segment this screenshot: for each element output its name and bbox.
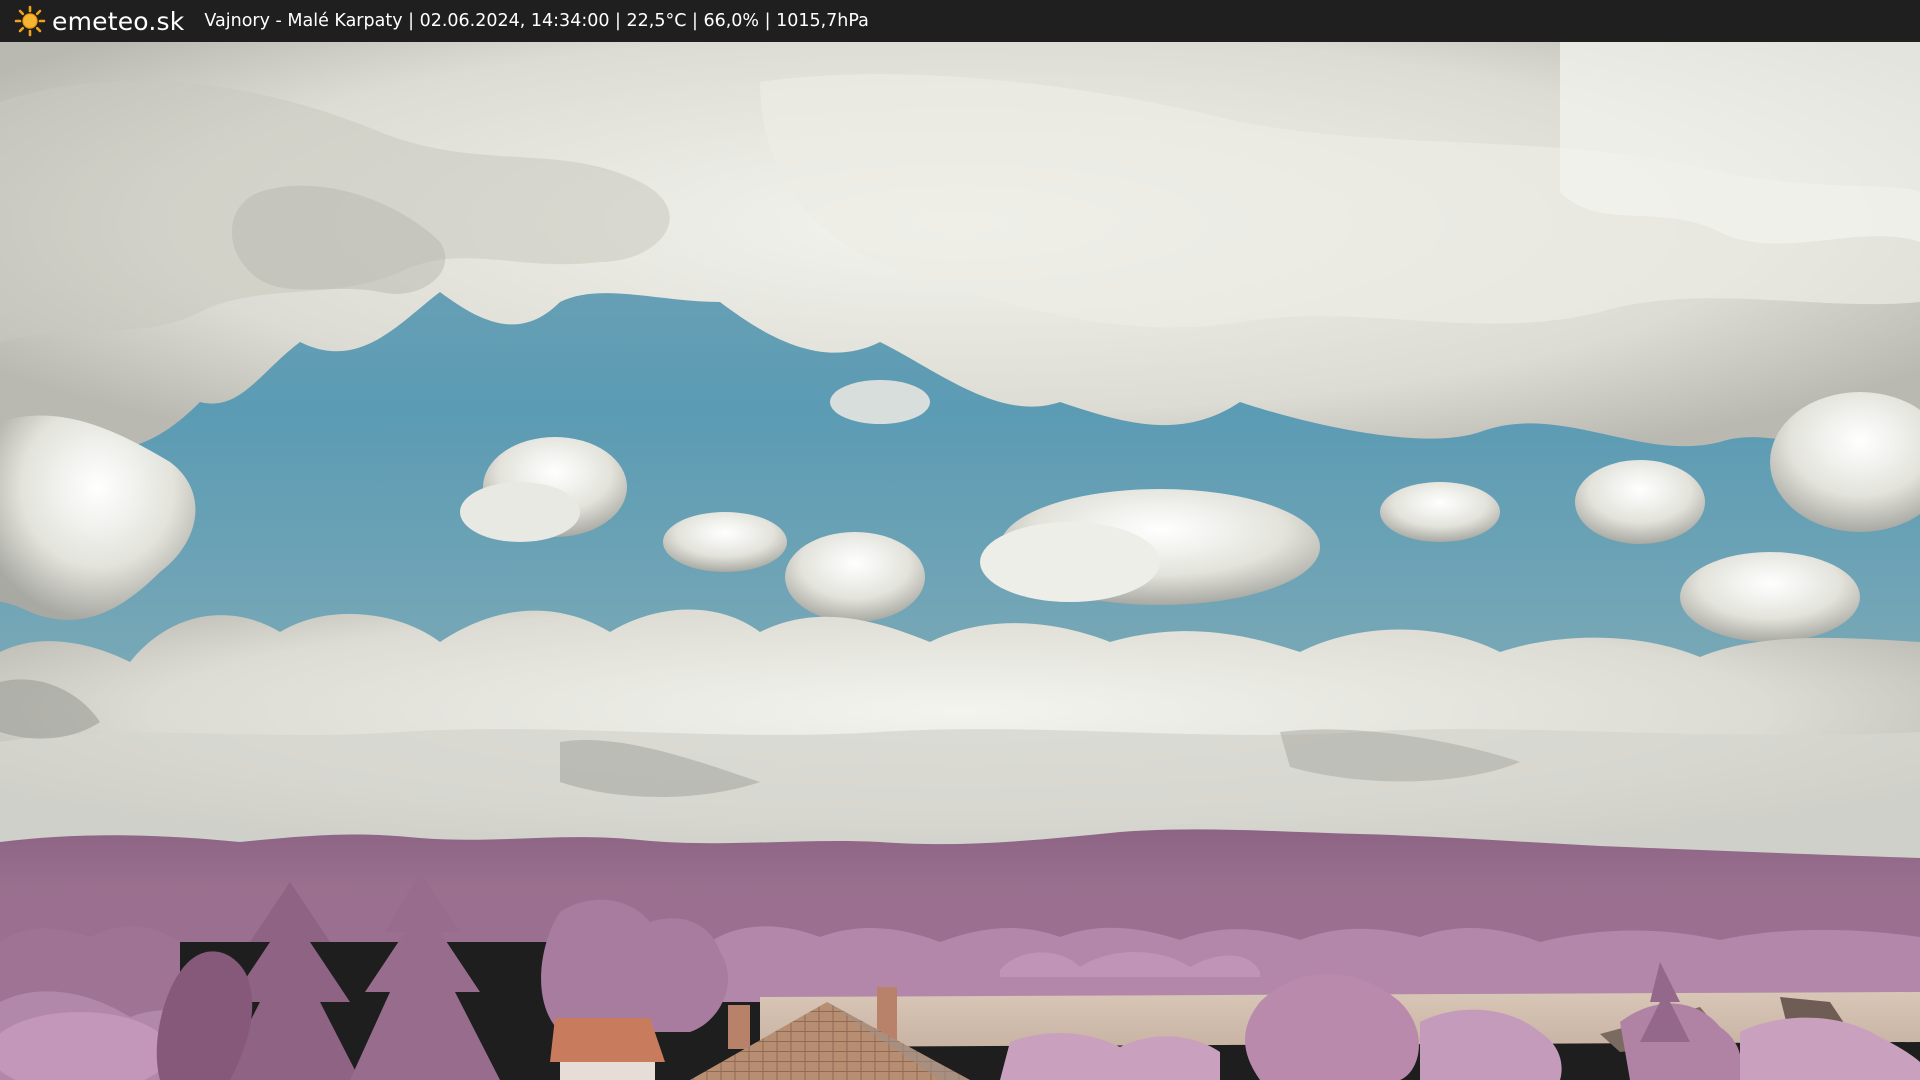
top-bar: emeteo.sk Vajnory - Malé Karpaty | 02.06… bbox=[0, 0, 1920, 42]
brand-name: emeteo.sk bbox=[52, 6, 185, 36]
sun-icon bbox=[14, 5, 46, 37]
webcam-image bbox=[0, 42, 1920, 1080]
brand-logo[interactable]: emeteo.sk bbox=[14, 5, 184, 37]
camera-caption: Vajnory - Malé Karpaty | 02.06.2024, 14:… bbox=[204, 11, 869, 31]
